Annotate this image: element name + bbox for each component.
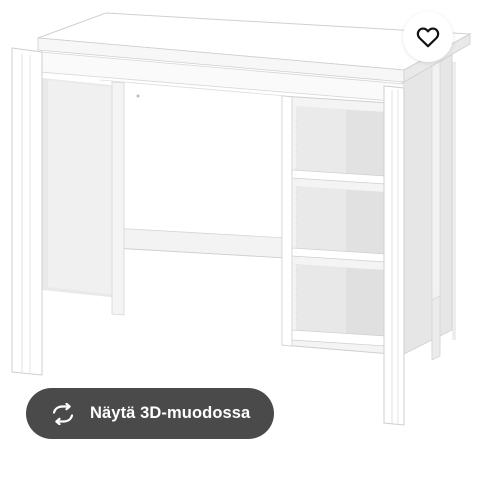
view-in-3d-label: Näytä 3D-muodossa bbox=[90, 404, 251, 422]
heart-icon bbox=[416, 27, 440, 48]
view-in-3d-button[interactable]: Näytä 3D-muodossa bbox=[26, 388, 274, 439]
rotate-arrows-icon bbox=[50, 402, 76, 425]
product-gallery: Näytä 3D-muodossa bbox=[0, 0, 480, 480]
favourite-button[interactable] bbox=[403, 12, 453, 62]
